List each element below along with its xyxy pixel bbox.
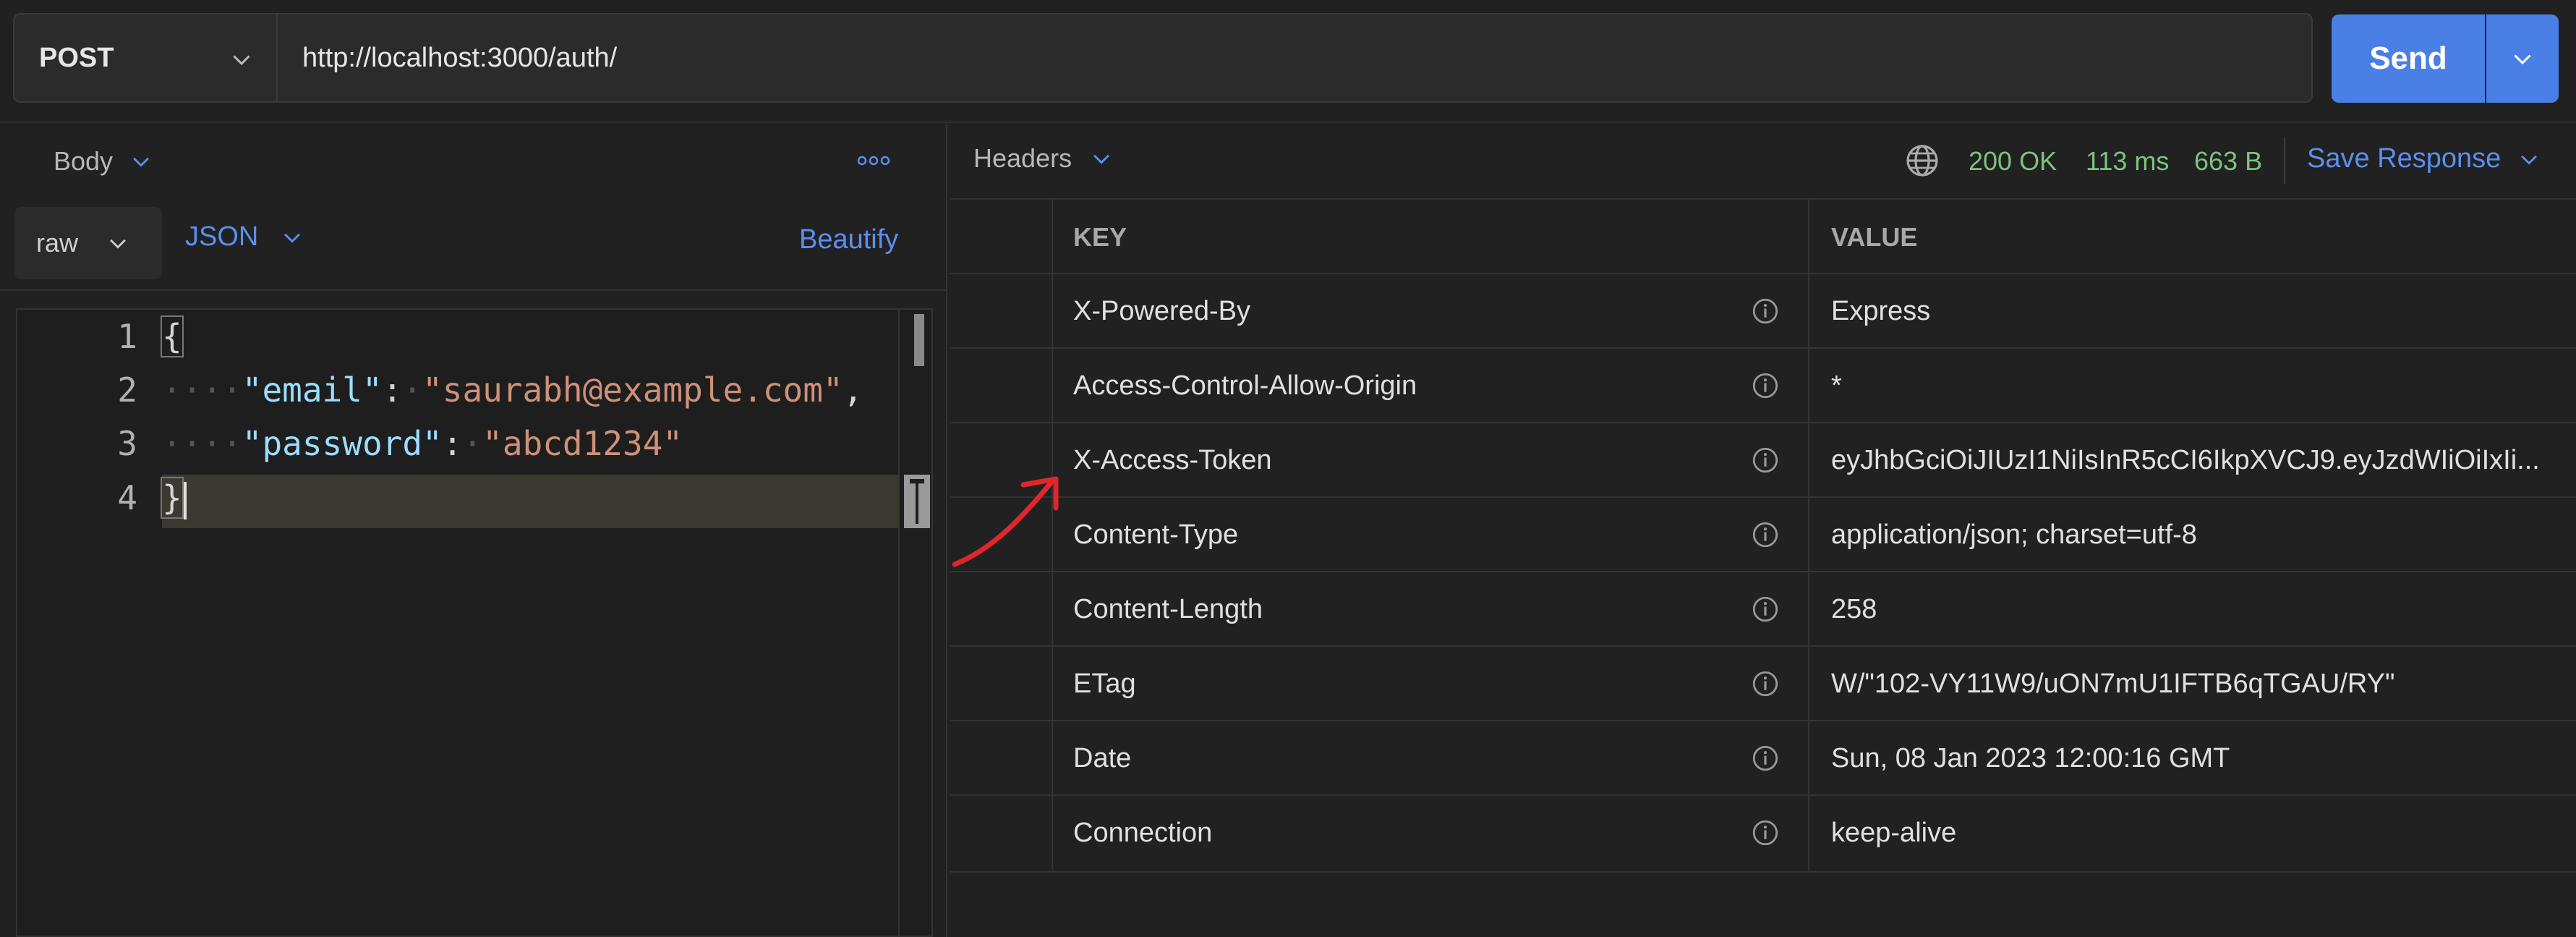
info-icon[interactable] — [1750, 594, 1780, 624]
select-cell — [950, 572, 1053, 647]
key-column-header: KEY — [1053, 200, 1809, 274]
code-line: ····"password":·"abcd1234" — [162, 424, 683, 463]
send-button[interactable]: Send — [2332, 14, 2485, 103]
divider — [0, 289, 947, 291]
url-text: http://localhost:3000/auth/ — [302, 42, 618, 73]
line-number: 2 — [117, 370, 137, 410]
email-key: "email" — [242, 370, 383, 410]
close-brace: } — [161, 477, 184, 519]
table-row: Content-Type application/json; charset=u… — [950, 496, 2576, 572]
header-value: Sun, 08 Jan 2023 12:00:16 GMT — [1831, 743, 2230, 773]
header-key: X-Access-Token — [1053, 423, 1809, 498]
line-number: 1 — [117, 317, 137, 356]
header-key: ETag — [1053, 647, 1809, 721]
header-key: Content-Type — [1053, 498, 1809, 572]
chevron-down-icon — [2521, 155, 2538, 165]
select-cell — [950, 274, 1053, 349]
table-row: Connection keep-alive — [950, 794, 2576, 870]
code-line: } — [161, 477, 187, 520]
select-cell — [950, 647, 1053, 721]
editor-gutter: 1 2 3 4 — [17, 310, 162, 936]
value-column-header: VALUE — [1831, 221, 1918, 252]
table-header-row: KEY VALUE — [950, 198, 2576, 274]
line-number: 3 — [117, 424, 137, 463]
beautify-button[interactable]: Beautify — [799, 224, 898, 255]
chevron-down-icon — [233, 55, 250, 66]
headers-tab[interactable]: Headers — [973, 143, 1114, 174]
table-row: Date Sun, 08 Jan 2023 12:00:16 GMT — [950, 720, 2576, 796]
method-label: POST — [39, 42, 114, 73]
password-key: "password" — [242, 424, 443, 463]
editor-scrollbar[interactable] — [898, 310, 931, 936]
table-row: Access-Control-Allow-Origin * — [950, 347, 2576, 423]
language-select[interactable]: JSON — [185, 221, 304, 253]
header-value: * — [1831, 370, 1842, 401]
info-icon[interactable] — [1750, 743, 1780, 773]
code-editor[interactable]: 1 2 3 4 { ····"email":·"saurabh@example.… — [16, 308, 933, 937]
current-line-highlight — [162, 475, 904, 528]
save-response-button[interactable]: Save Response — [2307, 143, 2541, 174]
select-column — [950, 200, 1053, 274]
save-response-label: Save Response — [2307, 143, 2502, 174]
globe-icon[interactable] — [1905, 143, 1940, 178]
table-row: ETag W/"102-VY11W9/uON7mU1IFTB6qTGAU/RY" — [950, 645, 2576, 721]
info-icon[interactable] — [1750, 296, 1780, 326]
url-input[interactable]: http://localhost:3000/auth/ — [276, 13, 2313, 103]
header-key: Access-Control-Allow-Origin — [1053, 349, 1809, 423]
info-icon[interactable] — [1750, 818, 1780, 848]
open-brace: { — [161, 315, 184, 357]
chevron-down-icon — [1093, 154, 1109, 164]
info-icon[interactable] — [1750, 669, 1780, 699]
response-headers-table: KEY VALUE X-Powered-By Express Access-Co… — [950, 198, 2576, 873]
header-value: Express — [1831, 296, 1931, 326]
send-options-button[interactable] — [2486, 14, 2559, 103]
chevron-down-icon — [284, 233, 301, 243]
body-tab-label: Body — [54, 146, 114, 176]
divider — [2284, 137, 2285, 184]
code-line: ····"email":·"saurabh@example.com", — [162, 370, 863, 410]
chevron-down-icon — [133, 157, 149, 167]
header-key: Date — [1053, 721, 1809, 796]
code-line: { — [161, 315, 184, 357]
method-select[interactable]: POST — [13, 13, 276, 103]
header-value: application/json; charset=utf-8 — [1831, 520, 2197, 550]
header-value: keep-alive — [1831, 818, 1957, 848]
select-cell — [950, 349, 1053, 423]
email-value: "saurabh@example.com" — [422, 370, 843, 410]
divider — [950, 871, 2576, 873]
status-code: 200 OK — [1969, 146, 2057, 176]
info-icon[interactable] — [1750, 370, 1780, 401]
header-key: Content-Length — [1053, 572, 1809, 647]
headers-tab-label: Headers — [973, 143, 1072, 173]
scrollbar-cursor-marker — [904, 475, 930, 528]
json-label: JSON — [185, 221, 259, 252]
scrollbar-thumb[interactable] — [914, 314, 924, 366]
response-size: 663 B — [2194, 146, 2263, 176]
header-value: eyJhbGciOiJIUzI1NiIsInR5cCI6IkpXVCJ9.eyJ… — [1831, 445, 2540, 475]
header-value: W/"102-VY11W9/uON7mU1IFTB6qTGAU/RY" — [1831, 669, 2395, 699]
text-cursor — [183, 481, 187, 520]
body-type-select[interactable]: raw — [14, 207, 162, 279]
info-icon[interactable] — [1750, 520, 1780, 550]
header-value: 258 — [1831, 594, 1877, 624]
header-key: X-Powered-By — [1053, 274, 1809, 349]
select-cell — [950, 721, 1053, 796]
more-icon[interactable] — [856, 152, 891, 169]
chevron-down-icon — [110, 239, 126, 249]
table-row: X-Powered-By Express — [950, 273, 2576, 349]
annotation-arrow — [952, 476, 1059, 567]
info-icon[interactable] — [1750, 445, 1780, 475]
header-key: Connection — [1053, 796, 1809, 870]
chevron-down-icon — [2514, 54, 2531, 65]
raw-label: raw — [36, 228, 79, 258]
select-cell — [950, 796, 1053, 870]
response-time: 113 ms — [2086, 146, 2170, 176]
body-tab[interactable]: Body — [54, 143, 153, 179]
table-row: Content-Length 258 — [950, 571, 2576, 647]
password-value: "abcd1234" — [482, 424, 683, 463]
table-row: X-Access-Token eyJhbGciOiJIUzI1NiIsInR5c… — [950, 422, 2576, 498]
line-number: 4 — [117, 478, 137, 517]
